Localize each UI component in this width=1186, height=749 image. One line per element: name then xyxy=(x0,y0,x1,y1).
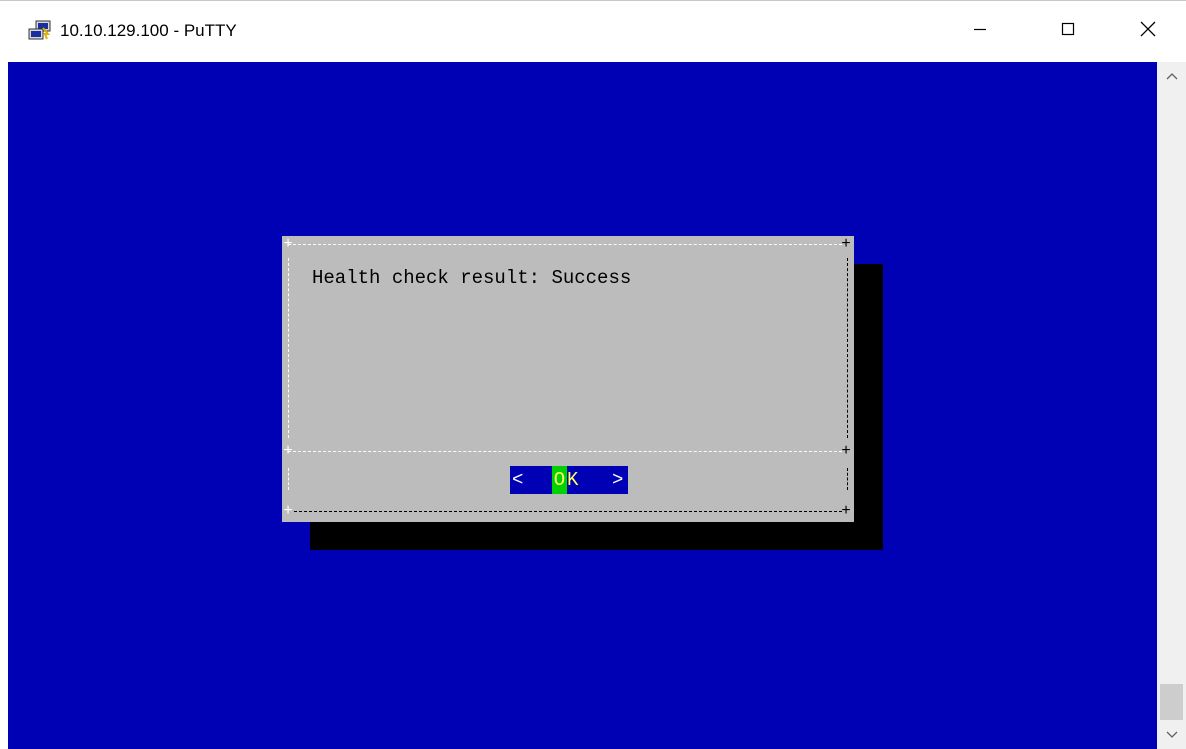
dialog-separator xyxy=(288,451,842,452)
dialog-right-border xyxy=(847,258,848,438)
dialog-corner-br: + xyxy=(841,502,851,520)
dialog-top-border xyxy=(288,244,842,245)
ok-button-label: K xyxy=(567,469,579,491)
putty-app-icon[interactable] xyxy=(28,20,52,42)
ok-button-left-bracket: < xyxy=(512,469,524,491)
window-title: 10.10.129.100 - PuTTY xyxy=(60,21,237,40)
ok-button-right-bracket: > xyxy=(612,469,624,491)
maximize-button[interactable] xyxy=(1038,0,1098,62)
dialog-corner-tl: + xyxy=(283,235,293,253)
title-bar[interactable]: 10.10.129.100 - PuTTY xyxy=(0,0,1186,62)
minimize-icon xyxy=(972,21,988,42)
scroll-thumb[interactable] xyxy=(1160,684,1183,720)
dialog-right-border-lower xyxy=(847,468,848,490)
dialog-message: Health check result: Success xyxy=(312,267,632,289)
minimize-button[interactable] xyxy=(950,0,1010,62)
ok-button-hotkey: O xyxy=(552,466,567,494)
scroll-down-button[interactable] xyxy=(1157,721,1186,749)
dialog-left-border-lower xyxy=(288,468,289,490)
terminal-area[interactable]: + + + + + + Health check result: Success… xyxy=(8,62,1157,749)
dialog-corner-bl: + xyxy=(283,502,293,520)
chevron-down-icon xyxy=(1166,726,1178,744)
ok-button[interactable]: < O K > xyxy=(510,466,628,494)
maximize-icon xyxy=(1060,21,1076,42)
chevron-up-icon xyxy=(1166,67,1178,85)
close-button[interactable] xyxy=(1118,0,1178,62)
dialog-corner-tr: + xyxy=(841,235,851,253)
close-icon xyxy=(1139,20,1157,43)
putty-window: 10.10.129.100 - PuTTY + + + + + + Health… xyxy=(0,0,1186,749)
scroll-up-button[interactable] xyxy=(1157,62,1186,90)
dialog-separator-left: + xyxy=(283,442,293,460)
window-left-border xyxy=(0,62,8,749)
health-check-dialog: + + + + + + Health check result: Success… xyxy=(282,236,854,522)
dialog-separator-right: + xyxy=(841,442,851,460)
dialog-left-border xyxy=(288,258,289,438)
vertical-scrollbar[interactable] xyxy=(1157,62,1186,749)
